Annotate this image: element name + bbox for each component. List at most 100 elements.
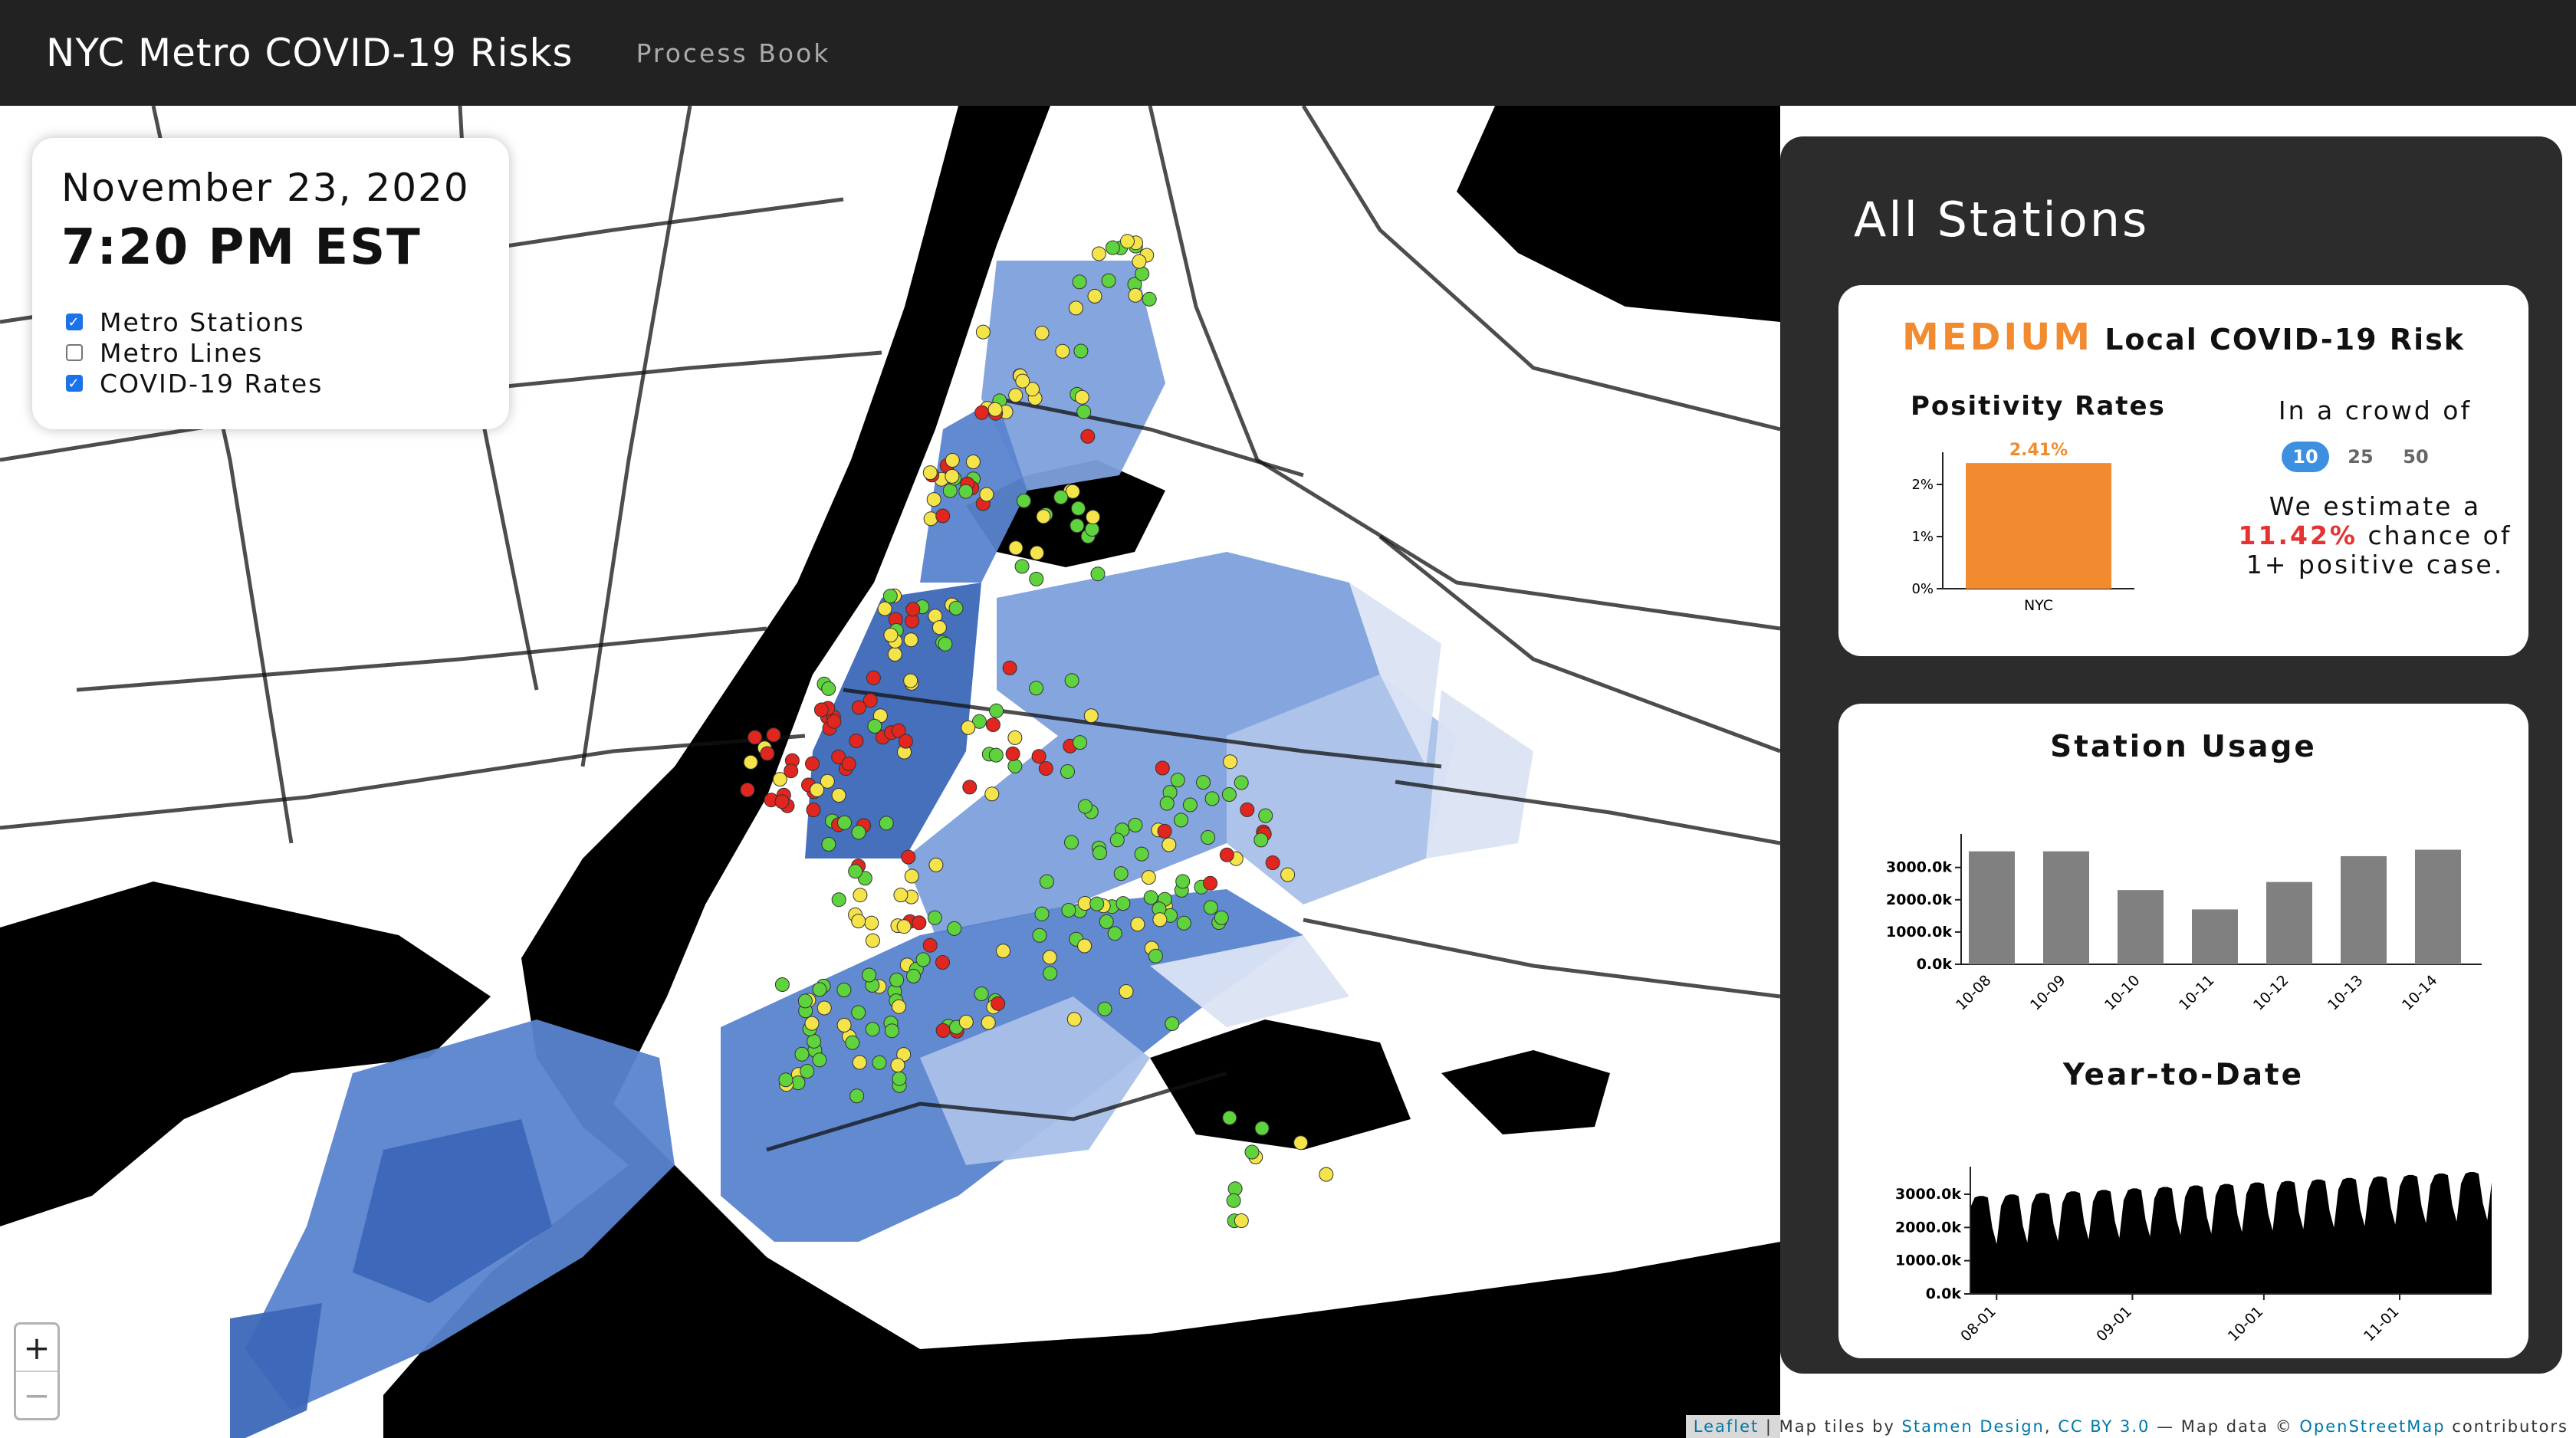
metro-station-marker <box>945 453 960 468</box>
crowd-option-25[interactable]: 25 <box>2337 442 2384 472</box>
metro-station-marker <box>797 993 813 1009</box>
metro-station-marker <box>866 670 881 685</box>
metro-station-marker <box>958 1014 974 1029</box>
metro-station-marker <box>1293 1135 1309 1151</box>
layer-metro-stations[interactable]: ✓ Metro Stations <box>66 307 323 337</box>
x-tick-label: 09-01 <box>2093 1303 2135 1345</box>
metro-station-marker <box>1203 875 1218 891</box>
app-title[interactable]: NYC Metro COVID-19 Risks <box>46 31 573 75</box>
metro-station-marker <box>748 730 763 745</box>
zoom-in-button[interactable]: + <box>16 1325 58 1371</box>
metro-station-marker <box>816 1000 832 1016</box>
metro-station-marker <box>774 977 790 992</box>
metro-station-marker <box>1204 791 1220 806</box>
layer-metro-lines[interactable]: Metro Lines <box>66 337 323 368</box>
metro-station-marker <box>1061 903 1076 918</box>
metro-station-marker <box>893 888 909 903</box>
metro-station-marker <box>1074 389 1089 405</box>
metro-station-marker <box>1176 915 1191 931</box>
metro-station-marker <box>915 952 931 967</box>
metro-station-marker <box>1244 1144 1260 1160</box>
usage-card: Station Usage 0.0k 1000.0k 2000.0k 3000.0k 1… <box>1838 704 2528 1358</box>
metro-station-marker <box>948 600 964 616</box>
metro-station-marker <box>1119 984 1134 999</box>
metro-station-marker <box>1071 501 1086 516</box>
y-tick-label: 2000.0k <box>1895 1219 1961 1236</box>
covid-rates-checkbox[interactable]: ✓ <box>66 375 83 392</box>
metro-station-marker <box>1170 773 1185 788</box>
metro-station-marker <box>1128 287 1143 303</box>
metro-station-marker <box>945 468 960 484</box>
y-tick-label: 2% <box>1911 477 1934 493</box>
stamen-link[interactable]: Stamen Design <box>1902 1417 2045 1436</box>
metro-station-marker <box>1064 835 1079 850</box>
crowd-option-10[interactable]: 10 <box>2282 442 2329 472</box>
metro-station-marker <box>1141 870 1156 885</box>
metro-station-marker <box>1002 660 1017 675</box>
metro-station-marker <box>903 632 918 648</box>
metro-stations-checkbox[interactable]: ✓ <box>66 314 83 330</box>
metro-station-marker <box>853 888 868 903</box>
x-tick-label: 08-01 <box>1957 1303 1999 1345</box>
metro-station-marker <box>1175 874 1191 889</box>
metro-station-marker <box>922 937 938 953</box>
metro-station-marker <box>784 763 799 779</box>
metro-station-marker <box>865 1022 880 1037</box>
osm-link[interactable]: OpenStreetMap <box>2299 1417 2445 1436</box>
metro-station-marker <box>1083 708 1099 724</box>
metro-station-marker <box>760 746 775 761</box>
cc-link[interactable]: CC BY 3.0 <box>2058 1417 2150 1436</box>
metro-station-marker <box>848 864 863 879</box>
metro-station-marker <box>1029 571 1044 586</box>
process-book-link[interactable]: Process Book <box>636 38 831 68</box>
metro-station-marker <box>923 511 938 527</box>
metro-station-marker <box>836 983 852 997</box>
metro-station-marker <box>887 647 902 662</box>
metro-station-marker <box>849 734 864 748</box>
metro-station-marker <box>1055 343 1070 359</box>
metro-station-marker <box>974 987 989 1001</box>
metro-station-marker <box>877 601 892 616</box>
metro-station-marker <box>984 786 1000 802</box>
metro-station-marker <box>831 892 846 908</box>
metro-station-marker <box>1015 373 1030 389</box>
metro-station-marker <box>1070 518 1085 534</box>
y-tick-label: 1% <box>1911 529 1934 545</box>
leaflet-link[interactable]: Leaflet <box>1694 1417 1760 1436</box>
metro-station-marker <box>1196 775 1211 790</box>
metro-station-marker <box>1072 274 1087 290</box>
metro-station-marker <box>1157 823 1172 839</box>
layer-covid-rates[interactable]: ✓ COVID-19 Rates <box>66 368 323 399</box>
metro-station-marker <box>901 849 916 865</box>
ytd-area <box>1970 1172 2492 1294</box>
metro-station-marker <box>812 1052 827 1068</box>
zoom-out-button[interactable]: − <box>16 1371 58 1418</box>
metro-station-marker <box>1105 240 1120 255</box>
metro-station-marker <box>1254 1121 1270 1136</box>
metro-station-marker <box>1107 926 1122 941</box>
metro-lines-checkbox[interactable] <box>66 344 83 361</box>
metro-station-marker <box>1038 761 1053 776</box>
metro-station-marker <box>1132 254 1147 269</box>
metro-station-marker <box>743 754 758 770</box>
map-attribution: Leaflet | Map tiles by Stamen Design , C… <box>1685 1415 2576 1438</box>
metro-station-marker <box>806 803 821 818</box>
metro-station-marker <box>974 405 990 420</box>
metro-station-marker <box>883 628 899 642</box>
crowd-option-50[interactable]: 50 <box>2392 442 2440 472</box>
metro-station-marker <box>807 1033 822 1049</box>
metro-station-marker <box>1060 764 1075 779</box>
metro-station-marker <box>903 673 918 688</box>
metro-station-marker <box>1066 1012 1082 1027</box>
crowd-label: In a crowd of <box>2278 396 2472 425</box>
station-info-panel: All Stations MEDIUM Local COVID-19 Risk … <box>1780 136 2562 1374</box>
metro-station-marker <box>778 1072 794 1088</box>
metro-station-marker <box>851 825 866 840</box>
metro-station-marker <box>975 324 991 340</box>
metro-station-marker <box>1078 799 1092 814</box>
metro-station-marker <box>812 982 827 997</box>
metro-station-marker <box>935 508 951 524</box>
metro-station-marker <box>1064 673 1079 688</box>
metro-station-marker <box>740 783 755 797</box>
metro-station-marker <box>1143 890 1158 905</box>
